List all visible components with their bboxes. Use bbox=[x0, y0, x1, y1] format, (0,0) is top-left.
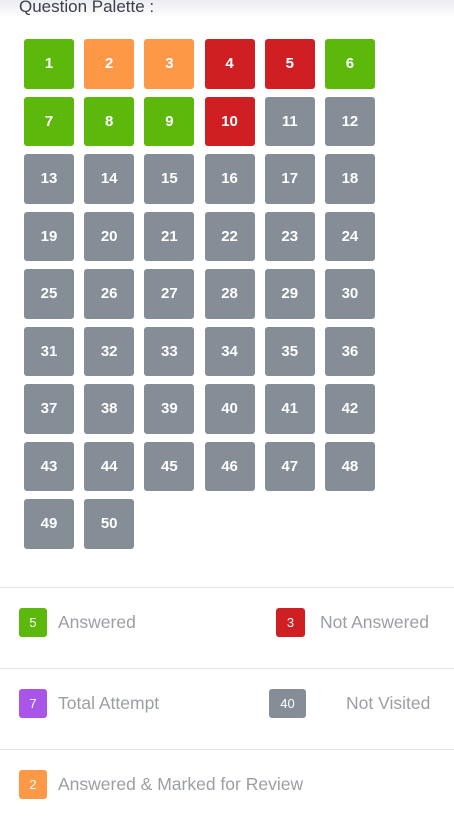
question-button[interactable]: 43 bbox=[24, 441, 74, 491]
question-button[interactable]: 32 bbox=[84, 326, 135, 376]
divider bbox=[0, 749, 454, 750]
divider bbox=[0, 668, 454, 669]
question-button[interactable]: 19 bbox=[24, 211, 74, 261]
question-button[interactable]: 36 bbox=[324, 326, 375, 376]
question-button[interactable]: 10 bbox=[204, 96, 255, 146]
answered-label: Answered bbox=[58, 612, 136, 632]
question-button[interactable]: 37 bbox=[24, 384, 74, 434]
answered-count-badge: 5 bbox=[19, 608, 47, 637]
not-visited-label: Not Visited bbox=[346, 693, 431, 713]
question-button[interactable]: 24 bbox=[324, 211, 375, 261]
question-button[interactable]: 46 bbox=[204, 441, 255, 491]
question-button[interactable]: 48 bbox=[324, 441, 375, 491]
question-button[interactable]: 22 bbox=[204, 211, 255, 261]
question-button[interactable]: 14 bbox=[84, 154, 135, 204]
question-button[interactable]: 21 bbox=[144, 211, 195, 261]
question-button[interactable]: 45 bbox=[144, 441, 195, 491]
question-button[interactable]: 49 bbox=[24, 499, 74, 549]
question-button[interactable]: 23 bbox=[264, 211, 315, 261]
not-answered-count-badge: 3 bbox=[276, 608, 305, 637]
question-button[interactable]: 44 bbox=[84, 441, 135, 491]
question-button[interactable]: 50 bbox=[84, 499, 135, 549]
question-button[interactable]: 33 bbox=[144, 326, 195, 376]
not-answered-label: Not Answered bbox=[320, 612, 429, 632]
total-attempt-label: Total Attempt bbox=[58, 693, 160, 713]
marked-review-count-badge: 2 bbox=[19, 770, 47, 799]
question-button[interactable]: 20 bbox=[84, 211, 135, 261]
question-button[interactable]: 38 bbox=[84, 384, 135, 434]
total-attempt-count-badge: 7 bbox=[19, 689, 47, 718]
question-button[interactable]: 47 bbox=[264, 441, 315, 491]
question-button[interactable]: 26 bbox=[84, 269, 135, 319]
marked-review-label: Answered & Marked for Review bbox=[58, 774, 304, 794]
question-palette-panel: Question Palette : 1 2 3 4 5 6 7 8 9 10 11 12 13 14 15… bbox=[0, 0, 454, 817]
question-button[interactable]: 9 bbox=[144, 96, 195, 146]
question-button[interactable]: 5 bbox=[264, 39, 315, 89]
question-button[interactable]: 1 bbox=[24, 39, 74, 89]
divider bbox=[0, 587, 454, 588]
question-button[interactable]: 25 bbox=[24, 269, 74, 319]
question-button[interactable]: 12 bbox=[324, 96, 375, 146]
question-button[interactable]: 30 bbox=[324, 269, 375, 319]
question-button[interactable]: 3 bbox=[144, 39, 195, 89]
not-visited-count-badge: 40 bbox=[269, 689, 306, 718]
question-button[interactable]: 34 bbox=[204, 326, 255, 376]
question-button[interactable]: 27 bbox=[144, 269, 195, 319]
question-button[interactable]: 11 bbox=[264, 96, 315, 146]
question-button[interactable]: 41 bbox=[264, 384, 315, 434]
question-button[interactable]: 18 bbox=[324, 154, 375, 204]
question-button[interactable]: 13 bbox=[24, 154, 74, 204]
question-button[interactable]: 42 bbox=[324, 384, 375, 434]
question-button[interactable]: 17 bbox=[264, 154, 315, 204]
question-button[interactable]: 39 bbox=[144, 384, 195, 434]
question-button[interactable]: 29 bbox=[264, 269, 315, 319]
question-button[interactable]: 6 bbox=[324, 39, 375, 89]
question-button[interactable]: 40 bbox=[204, 384, 255, 434]
question-button[interactable]: 2 bbox=[84, 39, 135, 89]
question-button[interactable]: 31 bbox=[24, 326, 74, 376]
question-button[interactable]: 4 bbox=[204, 39, 255, 89]
question-button[interactable]: 35 bbox=[264, 326, 315, 376]
question-button[interactable]: 15 bbox=[144, 154, 195, 204]
question-button[interactable]: 8 bbox=[84, 96, 135, 146]
question-grid: 1 2 3 4 5 6 7 8 9 10 11 12 13 14 15 16 17 18 19 20 21 22 23 24 2… bbox=[24, 39, 384, 549]
question-button[interactable]: 16 bbox=[204, 154, 255, 204]
question-button[interactable]: 28 bbox=[204, 269, 255, 319]
question-button[interactable]: 7 bbox=[24, 96, 74, 146]
palette-title: Question Palette : bbox=[19, 0, 155, 16]
